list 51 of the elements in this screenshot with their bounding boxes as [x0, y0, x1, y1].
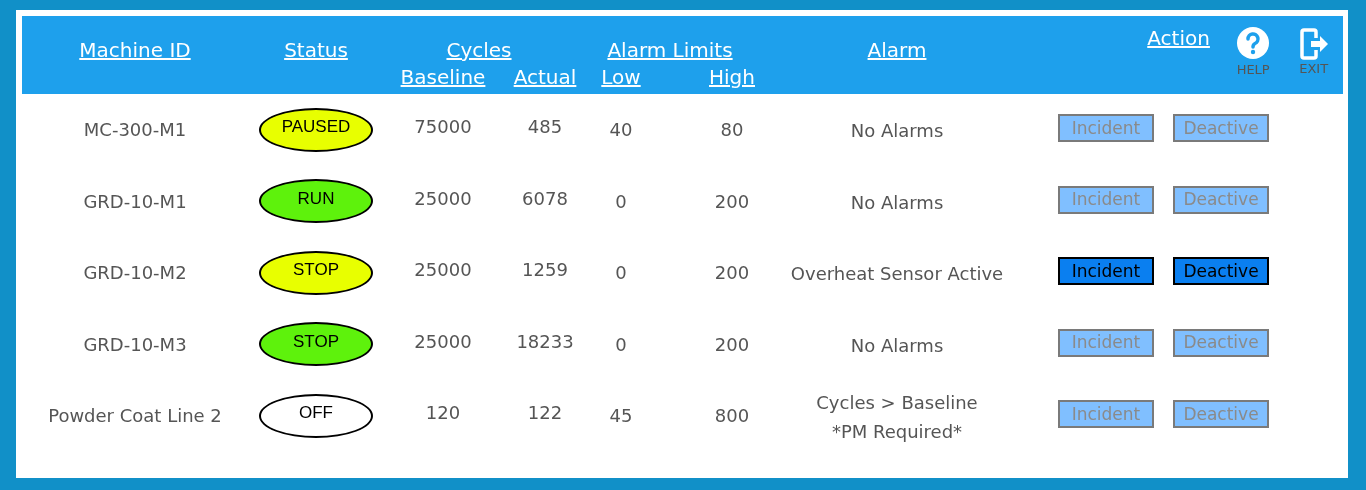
status-pill: STOP — [259, 322, 373, 367]
high-limit: 200 — [714, 189, 750, 214]
high-limit: 200 — [714, 261, 750, 286]
alarm-text: No Alarms — [850, 119, 944, 144]
column-header[interactable]: Cycles — [446, 40, 512, 60]
alarm-text: No Alarms — [850, 333, 944, 358]
column-header[interactable]: Low — [601, 67, 641, 87]
column-header[interactable]: Action — [1147, 28, 1210, 48]
high-limit: 80 — [720, 118, 744, 143]
exit-button[interactable]: EXIT — [1284, 16, 1343, 94]
column-header[interactable]: Alarm — [867, 40, 927, 60]
status-pill: OFF — [259, 393, 373, 438]
high-limit: 200 — [714, 332, 750, 357]
machine-id: GRD-10-M3 — [83, 332, 187, 357]
help-button[interactable]: HELP — [1223, 16, 1283, 94]
low-limit: 40 — [609, 118, 633, 143]
action-button[interactable]: Deactive — [1173, 257, 1269, 285]
machine-id: Powder Coat Line 2 — [48, 404, 222, 429]
low-limit: 0 — [615, 332, 627, 357]
actual-value: 485 — [527, 115, 563, 140]
column-header[interactable]: Status — [284, 40, 348, 60]
actual-value: 18233 — [516, 329, 574, 354]
baseline-value: 25000 — [414, 258, 472, 283]
help-icon — [1236, 26, 1271, 60]
baseline-value: 25000 — [414, 329, 472, 354]
exit-icon — [1297, 26, 1330, 62]
baseline-value: 120 — [425, 401, 461, 426]
alarm-text: Cycles > Baseline *PM Required* — [816, 390, 978, 444]
machine-id: GRD-10-M2 — [83, 261, 187, 286]
column-header[interactable]: Baseline — [400, 67, 486, 87]
actual-value: 6078 — [522, 186, 568, 211]
low-limit: 0 — [615, 261, 627, 286]
alarm-text: No Alarms — [850, 190, 944, 215]
alarm-text: Overheat Sensor Active — [790, 262, 1004, 287]
action-button[interactable]: Incident — [1058, 257, 1154, 285]
column-header[interactable]: High — [709, 67, 755, 87]
baseline-value: 25000 — [414, 186, 472, 211]
low-limit: 0 — [615, 189, 627, 214]
machine-id: MC-300-M1 — [83, 118, 187, 143]
machine-id: GRD-10-M1 — [83, 189, 187, 214]
status-pill: PAUSED — [259, 107, 373, 152]
status-pill: RUN — [259, 179, 373, 224]
column-header[interactable]: Alarm Limits — [607, 40, 733, 60]
high-limit: 800 — [714, 404, 750, 429]
status-pill: STOP — [259, 250, 373, 295]
baseline-value: 75000 — [414, 115, 472, 140]
column-header[interactable]: Actual — [513, 67, 577, 87]
column-header[interactable]: Machine ID — [79, 40, 191, 60]
actual-value: 122 — [527, 401, 563, 426]
low-limit: 45 — [609, 404, 633, 429]
actual-value: 1259 — [522, 258, 568, 283]
